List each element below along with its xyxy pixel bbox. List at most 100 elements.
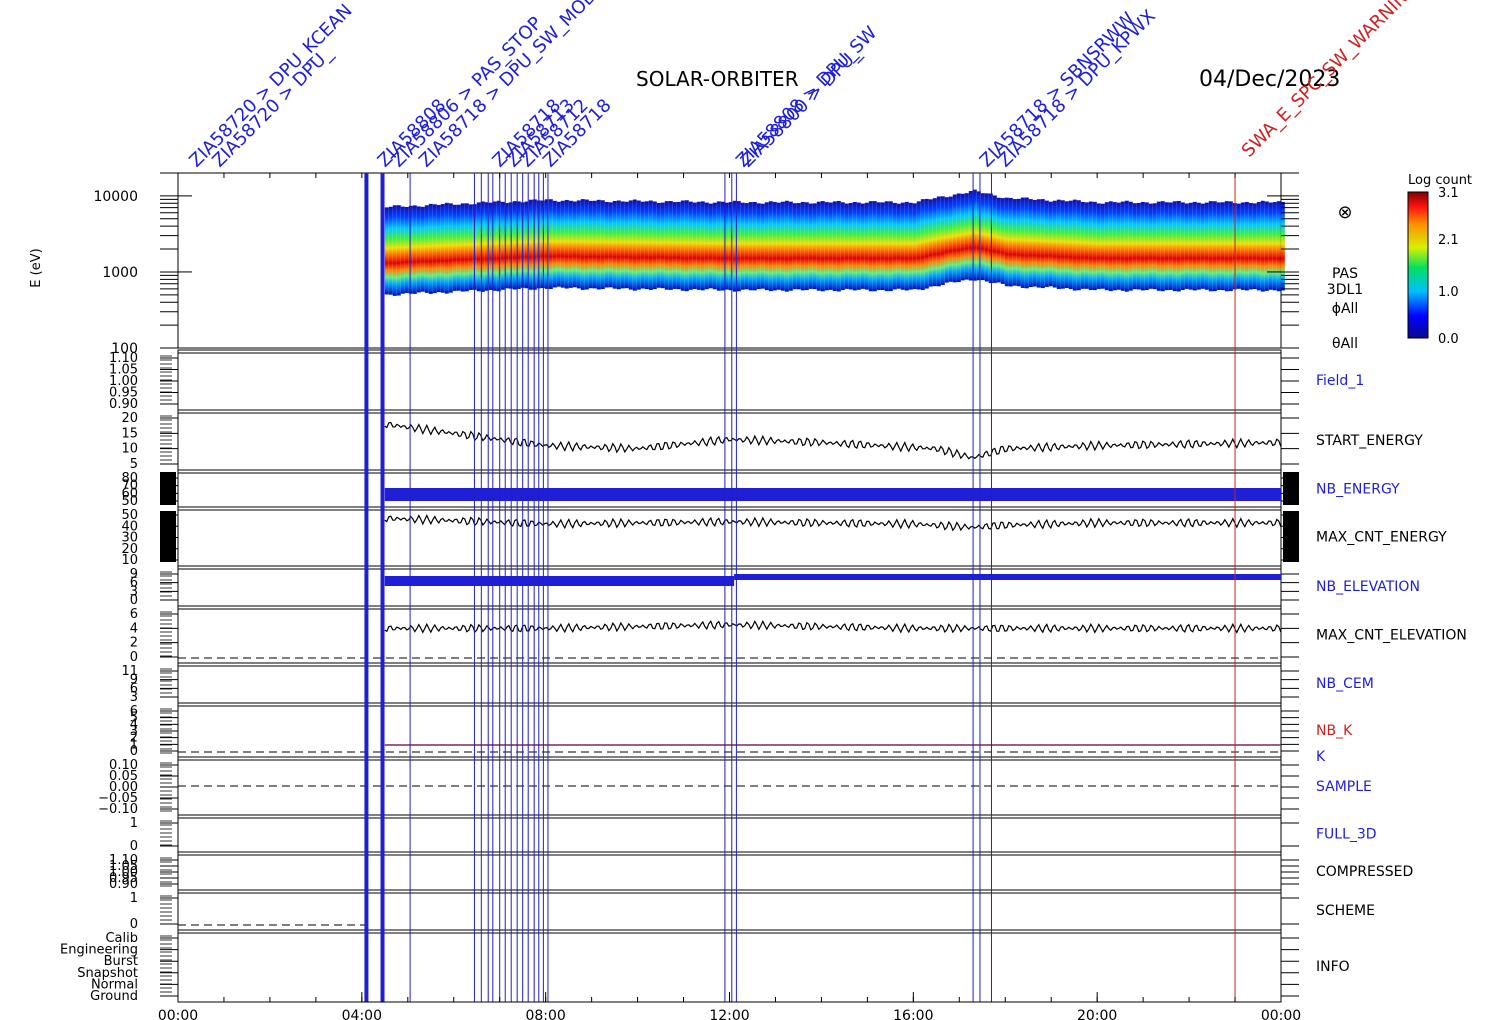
spectrogram-column (1220, 202, 1225, 291)
spectrogram-column (896, 203, 901, 289)
spectrogram-column (1204, 202, 1209, 290)
spectrogram-column (968, 191, 973, 281)
spectrogram-column (752, 201, 757, 291)
spectrogram-column (624, 201, 629, 289)
x-axis-tick-label: 00:00 (158, 1008, 198, 1020)
spectrogram-column (464, 203, 469, 292)
spectrogram-column (608, 202, 613, 288)
spectrogram: 100001000100E (eV) PAS3DL1ϕAllθAll⊗ (29, 172, 1363, 357)
spectrogram-column (700, 201, 705, 291)
panel-frame (177, 349, 1282, 411)
spectrogram-column (604, 201, 609, 288)
panel-scheme: 1 0 SCHEME (130, 889, 1375, 932)
spectrogram-column (712, 202, 717, 290)
spectrogram-column (1112, 202, 1117, 291)
spectrogram-column (444, 202, 449, 294)
spectrogram-column (1180, 202, 1185, 290)
panel-ytick-label: 1 (130, 891, 138, 906)
spectrogram-column (600, 200, 605, 290)
spectrogram-column (680, 200, 685, 291)
spectrogram-column (420, 206, 425, 292)
event-line-thick (364, 173, 369, 1002)
spectrogram-column (448, 203, 453, 293)
spectrogram-column (1216, 202, 1221, 290)
spectrogram-column (568, 200, 573, 288)
spectrogram-ytick-label: 10000 (93, 189, 138, 205)
spectrogram-column (768, 201, 773, 292)
spectrogram-column (952, 194, 957, 283)
spectrogram-column (1088, 201, 1093, 291)
spectrogram-column (1036, 199, 1041, 288)
panel-frame (177, 409, 1282, 471)
panel-ytick-label: 5 (130, 457, 138, 472)
spectrogram-column (1132, 203, 1137, 290)
spectrogram-column (788, 201, 793, 291)
colorbar-gradient (1407, 191, 1429, 339)
spectrogram-ylabel: E (eV) (29, 248, 44, 287)
spectrogram-column (1056, 199, 1061, 289)
nb-elevation-band (384, 576, 735, 586)
panel-label: START_ENERGY (1316, 433, 1423, 449)
spectrogram-side-label: PAS (1332, 266, 1358, 282)
spectrogram-column (892, 202, 897, 290)
spectrogram-column (436, 204, 441, 293)
spectrogram-column (900, 202, 905, 290)
spectrogram-column (1116, 202, 1121, 290)
spectrogram-column (736, 201, 741, 292)
spectrogram-column (424, 205, 429, 293)
panel-ytick-label: 20 (121, 411, 138, 426)
spectrogram-column (580, 199, 585, 290)
spectrogram-column (916, 201, 921, 290)
colorbar-tick-label: 0.0 (1438, 332, 1459, 347)
spectrogram-column (1004, 197, 1009, 287)
spectrogram-column (584, 199, 589, 290)
panel-label: NB_CEM (1316, 676, 1374, 692)
panel-full-3d: 1 0 FULL_3D (130, 814, 1377, 854)
panel-ytick-label: 0 (130, 593, 138, 608)
spectrogram-column (692, 202, 697, 289)
spectrogram-column (1196, 202, 1201, 290)
spectrogram-column (856, 202, 861, 290)
spectrogram-column (784, 200, 789, 292)
spectrogram-column (1076, 200, 1081, 291)
spectrogram-column (1028, 199, 1033, 288)
panel-max-cnt-energy: 5040302010MAX_CNT_ENERGY (121, 506, 1447, 568)
spectrogram-column (904, 201, 909, 291)
spectrogram-column (868, 201, 873, 292)
spectrogram-column (672, 202, 677, 289)
spectrogram-column (948, 196, 953, 282)
spectrogram-column (992, 195, 997, 283)
panel-ytick-label: 2 (130, 636, 138, 651)
panel-ytick-label: 0 (130, 744, 138, 759)
spectrogram-column (428, 203, 433, 294)
spectrogram-column (1240, 202, 1245, 290)
panel-ytick-label: −0.10 (98, 802, 138, 817)
spectrogram-column (656, 202, 661, 288)
spectrogram-column (1140, 201, 1145, 291)
panel-ytick-label: 15 (121, 426, 138, 441)
spectrogram-column (1224, 201, 1229, 292)
spectrogram-column (1160, 201, 1165, 292)
spectrogram-column (1040, 199, 1045, 289)
spectrogram-column (1032, 199, 1037, 287)
spectrogram-column (964, 193, 969, 280)
spectrogram-column (936, 196, 941, 287)
panel-label: NB_ENERGY (1316, 482, 1400, 498)
spectrogram-column (416, 206, 421, 293)
spectrogram-column (1172, 201, 1177, 292)
x-axis-tick-label: 08:00 (525, 1008, 565, 1020)
spectrogram-column (1052, 200, 1057, 288)
spectrogram-column (676, 201, 681, 290)
panel-nb-k: 6543210NB_KK (130, 702, 1353, 765)
spectrogram-column (1080, 201, 1085, 289)
panel-ytick-label: 3 (130, 690, 138, 705)
spectrogram-column (1176, 200, 1181, 292)
spectrogram-column (988, 193, 993, 284)
event-line-thick (380, 173, 385, 1002)
spectrogram-column (844, 203, 849, 289)
panel-frame (177, 662, 1282, 704)
spectrogram-column (920, 199, 925, 291)
spectrogram-column (588, 200, 593, 289)
spectrogram-column (452, 204, 457, 291)
spectrogram-column (612, 200, 617, 289)
